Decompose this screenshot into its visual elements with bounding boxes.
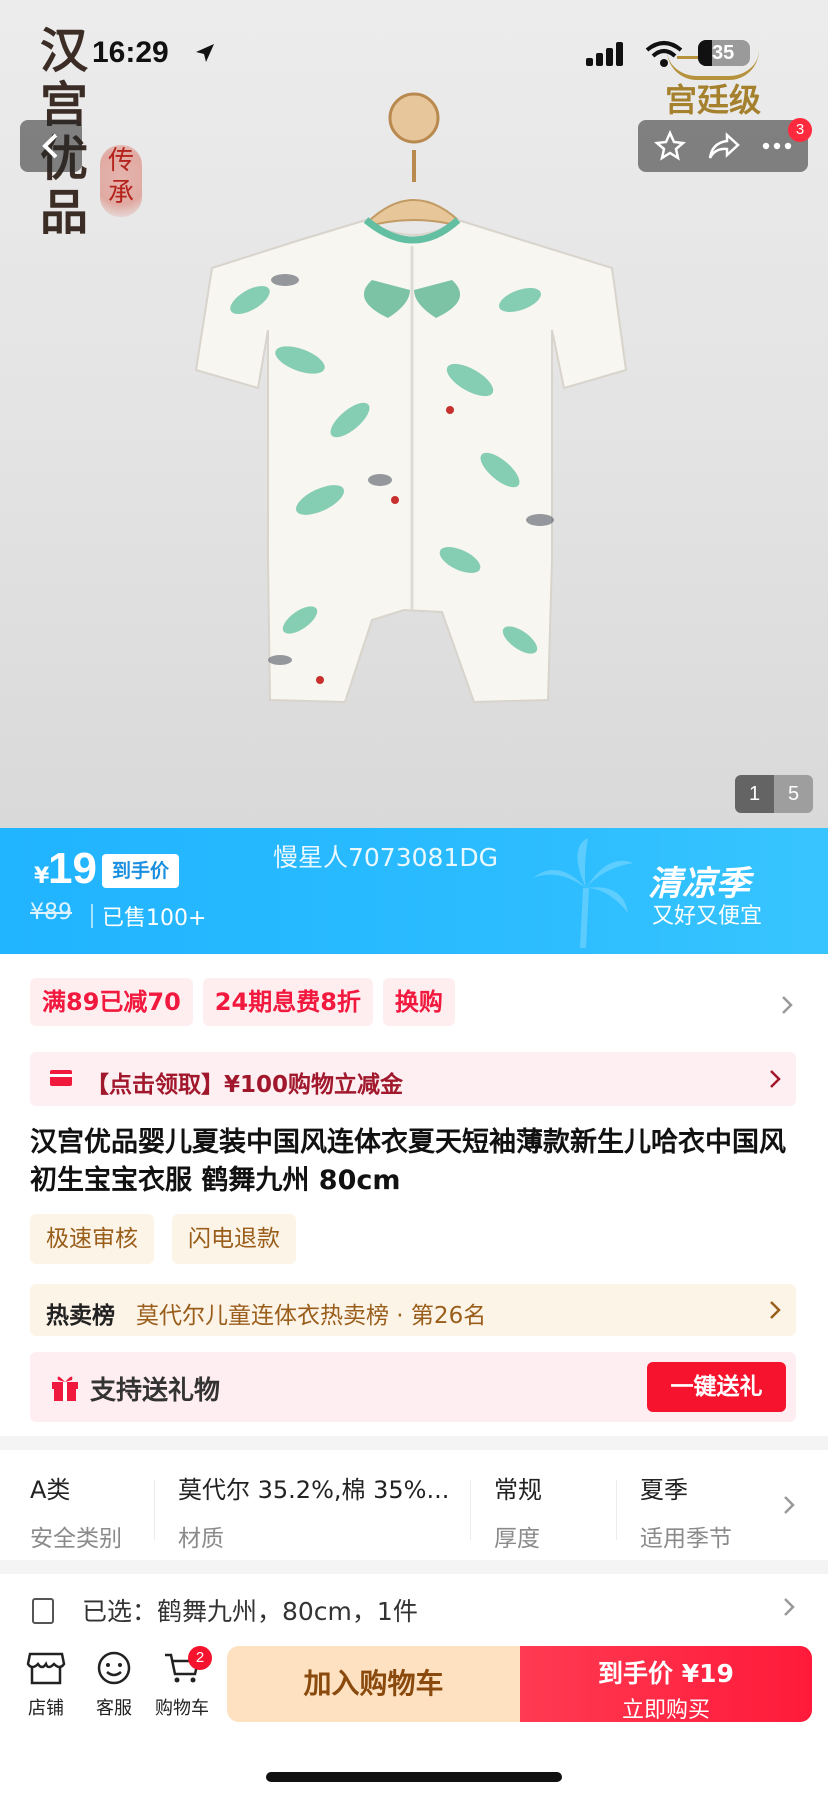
buy-now-price: 到手价 ¥19 bbox=[598, 1659, 734, 1688]
attribute-key: 材质 bbox=[178, 1526, 224, 1552]
promotion-tags[interactable]: 满89已减70 24期息费8折 换购 bbox=[30, 978, 455, 1026]
chevron-right-icon bbox=[770, 1070, 781, 1088]
service-tags: 极速审核 闪电退款 bbox=[30, 1214, 296, 1264]
buy-now-button[interactable]: 到手价 ¥19 立即购买 bbox=[520, 1646, 812, 1723]
chevron-right-icon bbox=[770, 1301, 781, 1319]
sku-selection-row[interactable]: 已选：鹤舞九州，80cm，1件 bbox=[0, 1574, 828, 1636]
attribute-item: A类 安全类别 bbox=[30, 1470, 122, 1553]
seal-char: 传 bbox=[107, 146, 134, 176]
add-to-cart-button[interactable]: 加入购物车 bbox=[227, 1646, 520, 1722]
home-indicator[interactable] bbox=[266, 1772, 562, 1782]
original-price: ¥89 bbox=[30, 900, 72, 925]
product-page: 汉 宫 优 品 传 承 宫廷级 16:29 bbox=[0, 0, 828, 1795]
coupon-text: 【点击领取】¥100购物立减金 bbox=[86, 1072, 404, 1098]
store-label: 店铺 bbox=[28, 1698, 64, 1719]
attribute-item: 常规 厚度 bbox=[494, 1470, 542, 1553]
ranking-text: 莫代尔儿童连体衣热卖榜 · 第26名 bbox=[136, 1303, 487, 1329]
price-divider bbox=[91, 904, 93, 928]
attribute-divider bbox=[470, 1480, 471, 1540]
ranking-banner[interactable]: 热卖榜 莫代尔儿童连体衣热卖榜 · 第26名 bbox=[30, 1284, 796, 1336]
send-gift-button[interactable]: 一键送礼 bbox=[647, 1362, 786, 1412]
product-gallery[interactable]: 汉 宫 优 品 传 承 宫廷级 16:29 bbox=[0, 0, 828, 828]
customer-service-button[interactable]: 客服 bbox=[84, 1650, 144, 1720]
sold-count: 已售100+ bbox=[102, 906, 207, 931]
product-code: 慢星人7073081DG bbox=[273, 843, 498, 872]
cell-signal-icon bbox=[586, 42, 623, 66]
gift-icon bbox=[52, 1376, 78, 1401]
store-button[interactable]: 店铺 bbox=[16, 1650, 76, 1720]
attribute-value: 夏季 bbox=[640, 1476, 688, 1504]
product-attributes[interactable]: A类 安全类别 莫代尔 35.2%,棉 35%... 材质 常规 厚度 夏季 适… bbox=[0, 1450, 828, 1560]
chat-smile-icon bbox=[97, 1651, 131, 1685]
sku-selection-text: 已选：鹤舞九州，80cm，1件 bbox=[82, 1597, 418, 1626]
customer-service-label: 客服 bbox=[96, 1698, 132, 1719]
buy-now-label: 立即购买 bbox=[621, 1698, 710, 1723]
back-button[interactable] bbox=[20, 120, 82, 172]
notification-badge: 3 bbox=[788, 118, 812, 142]
attribute-value: 常规 bbox=[494, 1476, 542, 1504]
top-actions bbox=[638, 120, 808, 172]
final-price: 19 bbox=[48, 844, 97, 893]
attribute-value: 莫代尔 35.2%,棉 35%... bbox=[178, 1476, 450, 1504]
more-icon[interactable] bbox=[762, 141, 792, 151]
chevron-right-icon[interactable] bbox=[780, 994, 794, 1016]
chevron-left-icon bbox=[42, 133, 58, 159]
store-icon bbox=[26, 1652, 66, 1685]
star-favorite-icon[interactable] bbox=[654, 130, 687, 162]
image-counter-total: 5 bbox=[774, 775, 813, 813]
selected-box-icon bbox=[32, 1598, 54, 1624]
promo-tag[interactable]: 24期息费8折 bbox=[202, 978, 373, 1026]
location-arrow-icon bbox=[196, 44, 214, 62]
service-tag: 极速审核 bbox=[30, 1214, 154, 1264]
price-banner: ¥ 19 到手价 ¥89 已售100+ 慢星人7073081DG 清凉季 又好又… bbox=[0, 828, 828, 954]
court-grade-title: 宫廷级 bbox=[664, 81, 761, 119]
palm-tree-icon bbox=[533, 838, 633, 948]
gift-banner: 支持送礼物 一键送礼 bbox=[30, 1352, 796, 1422]
gift-text: 支持送礼物 bbox=[90, 1376, 221, 1406]
status-bar: 16:29 35 bbox=[0, 36, 828, 80]
attribute-item: 莫代尔 35.2%,棉 35%... 材质 bbox=[178, 1470, 449, 1553]
wifi-icon bbox=[645, 41, 683, 67]
attribute-value: A类 bbox=[30, 1476, 71, 1504]
cart-count-badge: 2 bbox=[188, 1646, 212, 1670]
image-counter: 1 5 bbox=[735, 775, 813, 813]
coupon-banner[interactable]: 【点击领取】¥100购物立减金 bbox=[30, 1052, 796, 1106]
final-price-tag: 到手价 bbox=[102, 854, 180, 888]
brand-logo-char: 品 bbox=[40, 185, 89, 241]
chevron-right-icon bbox=[784, 1496, 795, 1514]
attribute-key: 适用季节 bbox=[640, 1526, 732, 1552]
season-campaign-subtitle: 又好又便宜 bbox=[652, 904, 763, 929]
ranking-label: 热卖榜 bbox=[46, 1303, 115, 1329]
attribute-key: 安全类别 bbox=[30, 1526, 122, 1552]
product-info-card: 满89已减70 24期息费8折 换购 【点击领取】¥100购物立减金 汉宫优品婴… bbox=[0, 954, 828, 1436]
chevron-right-icon bbox=[784, 1598, 795, 1616]
heritage-seal: 传 承 bbox=[100, 145, 142, 217]
image-counter-current: 1 bbox=[735, 775, 774, 813]
seal-char: 承 bbox=[107, 178, 134, 208]
attribute-key: 厚度 bbox=[494, 1526, 540, 1552]
product-title: 汉宫优品婴儿夏装中国风连体衣夏天短袖薄款新生儿哈衣中国风初生宝宝衣服 鹤舞九州 … bbox=[30, 1127, 786, 1196]
promo-tag[interactable]: 满89已减70 bbox=[30, 978, 193, 1026]
cart-label: 购物车 bbox=[155, 1698, 209, 1719]
attribute-divider bbox=[154, 1480, 155, 1540]
card-icon bbox=[50, 1070, 72, 1086]
attribute-item: 夏季 适用季节 bbox=[640, 1470, 732, 1553]
promo-tag[interactable]: 换购 bbox=[382, 978, 455, 1026]
status-time: 16:29 bbox=[92, 36, 169, 69]
share-icon[interactable] bbox=[707, 131, 741, 161]
battery-level: 35 bbox=[712, 42, 735, 64]
battery-icon: 35 bbox=[698, 40, 750, 66]
service-tag: 闪电退款 bbox=[172, 1214, 296, 1264]
attribute-divider bbox=[616, 1480, 617, 1540]
